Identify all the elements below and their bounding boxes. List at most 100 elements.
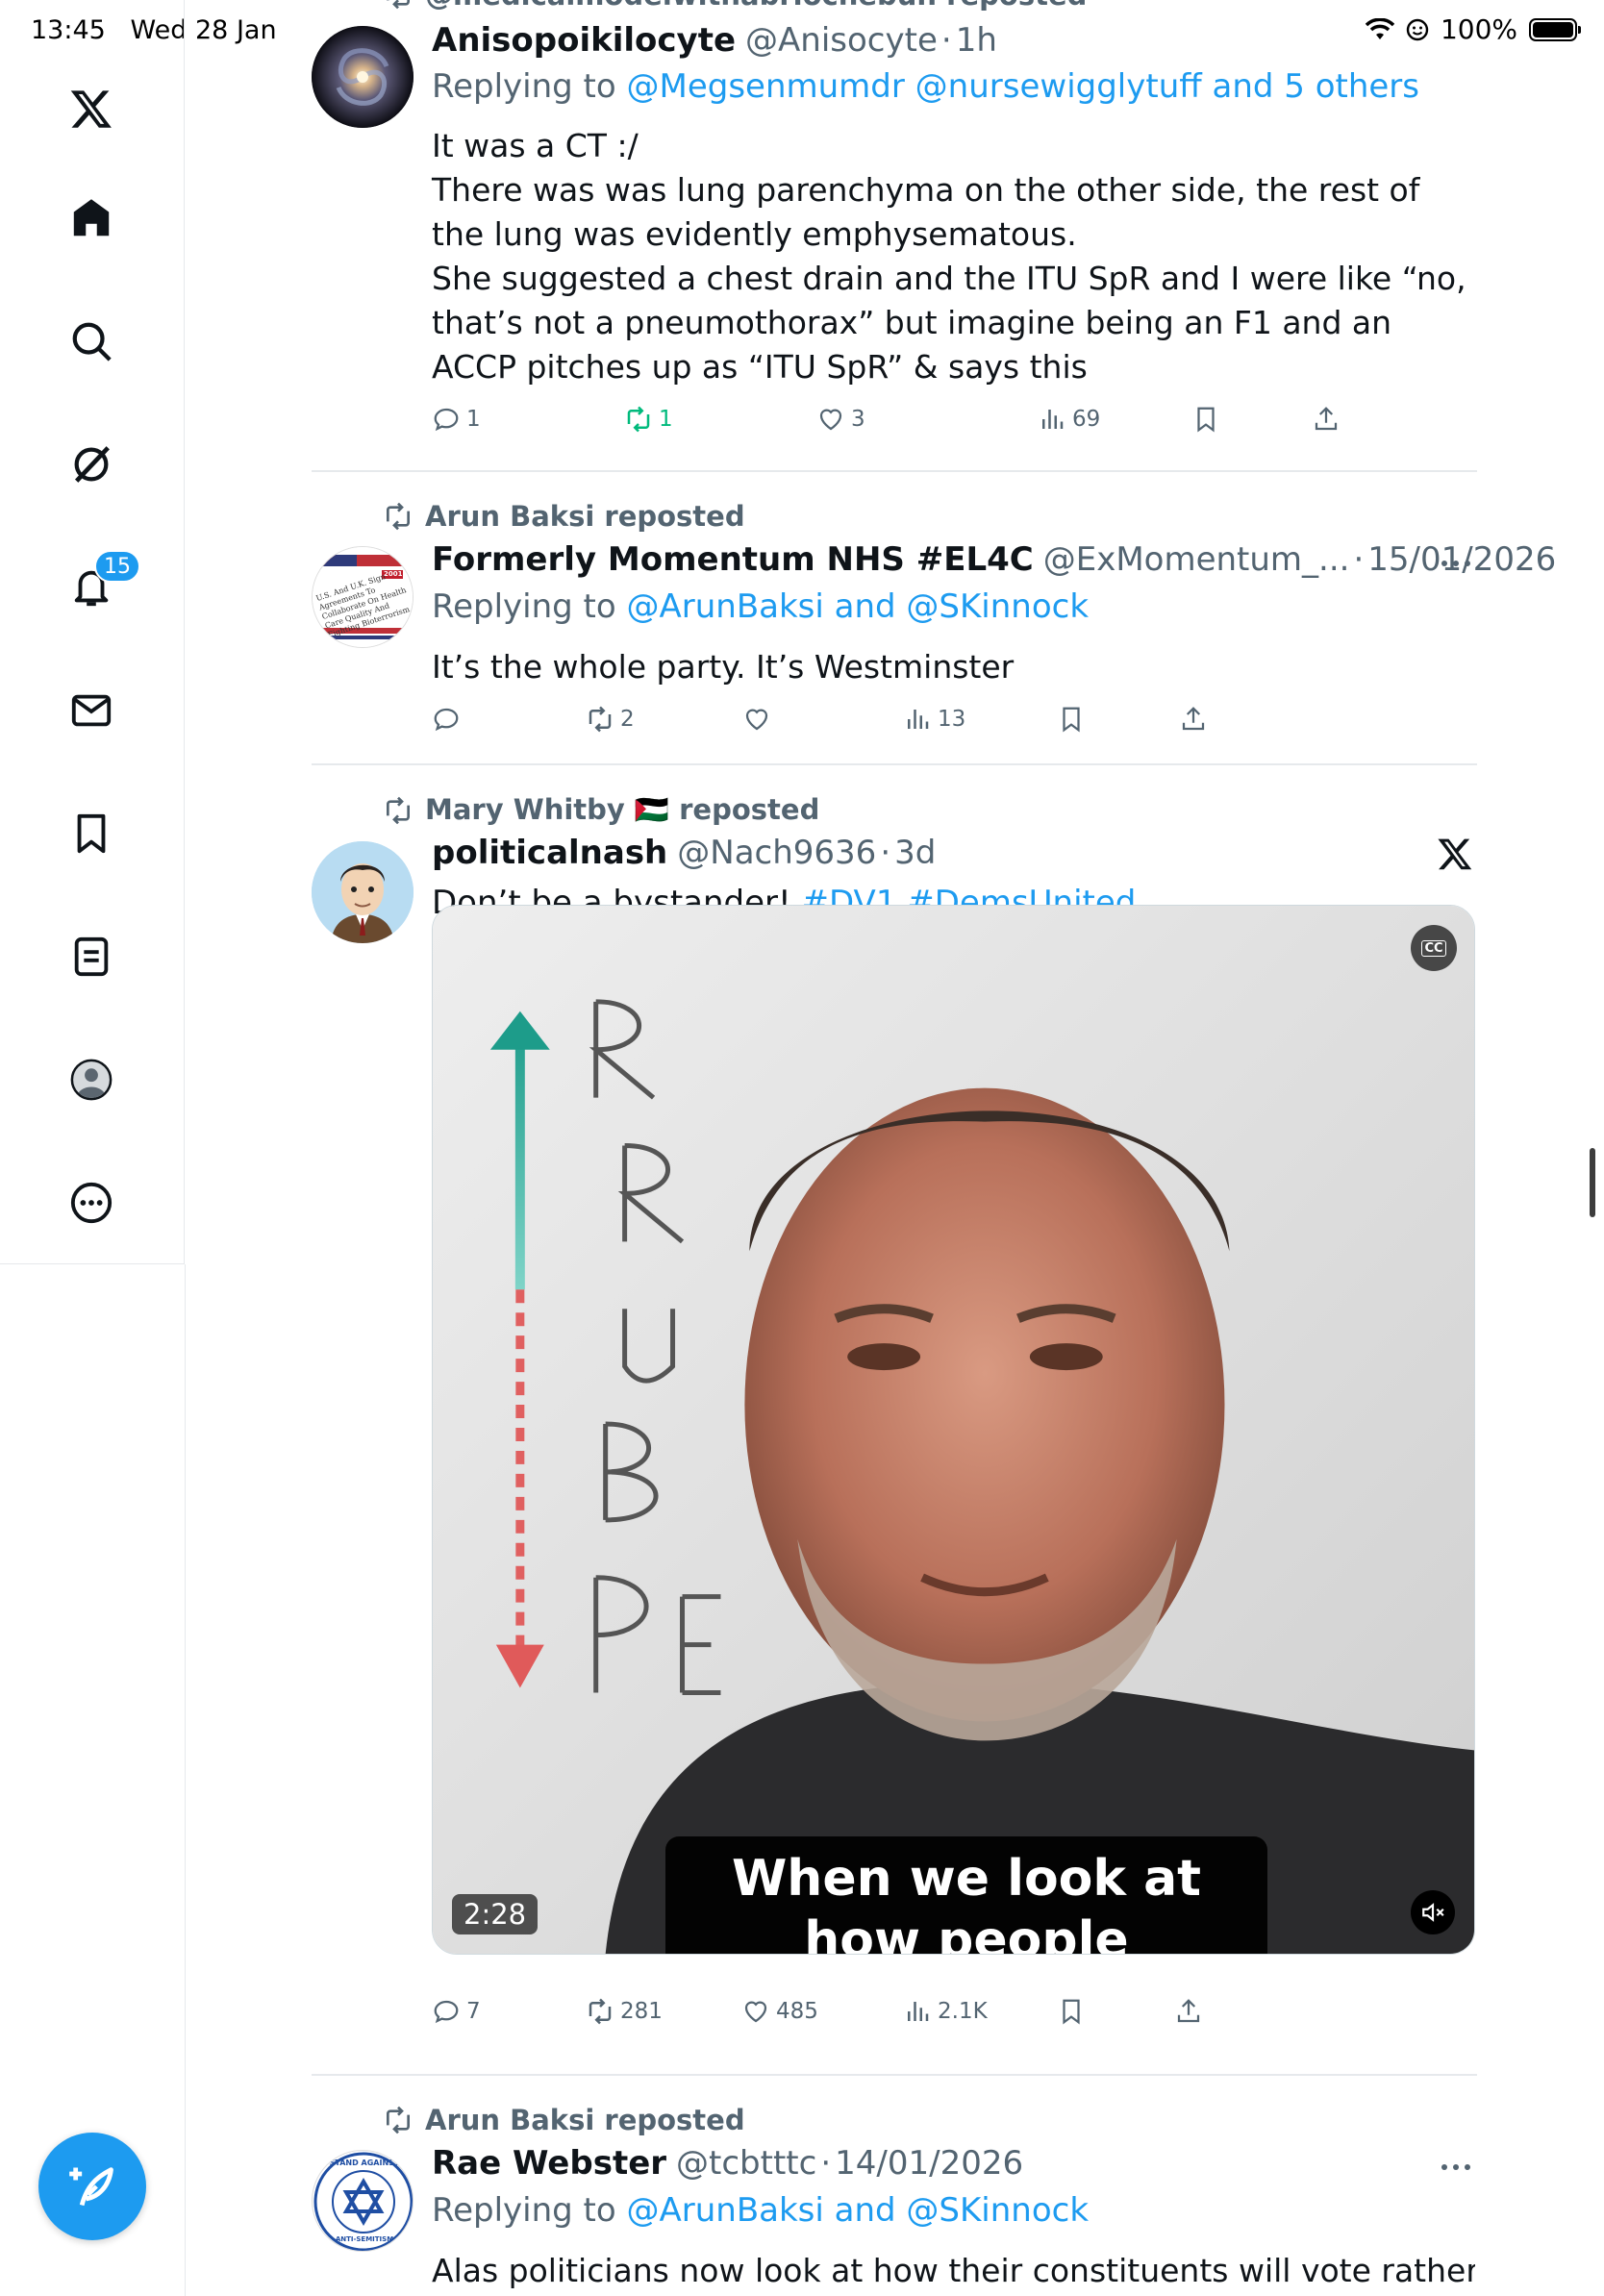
more-icon[interactable] xyxy=(62,1173,121,1233)
repost-icon xyxy=(387,796,410,824)
timestamp[interactable]: 14/01/2026 xyxy=(835,2144,1023,2183)
search-icon[interactable] xyxy=(62,312,121,371)
repost-count: 2 xyxy=(620,707,635,732)
user-handle[interactable]: @Anisocyte xyxy=(745,21,938,60)
reply-count: 7 xyxy=(466,1999,481,2024)
more-options-icon[interactable] xyxy=(1437,554,1475,573)
replying-to-users[interactable]: @ArunBaksi and @SKinnock xyxy=(627,587,1090,626)
video-player[interactable]: CC When we look at how people responded … xyxy=(432,905,1475,1955)
bookmark-button[interactable] xyxy=(1191,405,1220,434)
timestamp[interactable]: 3d xyxy=(894,834,936,872)
avatar-text-top: STAND AGAINST xyxy=(329,2159,400,2167)
tweet-text: Alas politicians now look at how their c… xyxy=(432,2252,1475,2289)
tweet-formerly-momentum[interactable]: Arun Baksi reposted U.S. And U.K. Sign A… xyxy=(312,471,1556,763)
mute-button[interactable] xyxy=(1411,1890,1455,1934)
reply-button[interactable]: 7 xyxy=(432,1997,481,2026)
bookmark-button[interactable] xyxy=(1057,705,1086,734)
mail-icon[interactable] xyxy=(62,681,121,740)
tweet-text-line: There was was lung parenchyma on the oth… xyxy=(432,171,1420,253)
views-icon xyxy=(908,710,929,729)
repost-icon xyxy=(387,2106,410,2134)
views-button[interactable]: 13 xyxy=(903,705,965,734)
bell-icon[interactable]: 15 xyxy=(62,550,140,617)
reply-button[interactable] xyxy=(432,705,466,734)
tweet-header: Anisopoikilocyte @Anisocyte · 1h xyxy=(432,21,997,60)
replying-to: Replying to @ArunBaksi and @SKinnock xyxy=(432,587,1089,626)
notifications-badge: 15 xyxy=(94,550,140,583)
separator-dot: · xyxy=(940,21,952,60)
tweet-rae-webster[interactable]: Arun Baksi reposted STAND AGAINST ANTI-S… xyxy=(312,2075,1475,2296)
display-name[interactable]: Rae Webster xyxy=(432,2144,666,2183)
like-count: 3 xyxy=(851,407,865,432)
compose-post-button[interactable] xyxy=(38,2133,146,2240)
reply-count: 1 xyxy=(466,407,481,432)
user-handle[interactable]: @ExMomentum_... xyxy=(1043,540,1350,579)
repost-label[interactable]: @medicalmodelwithabriochebun reposted xyxy=(425,0,1087,12)
avatar[interactable]: U.S. And U.K. Sign Agreements To Collabo… xyxy=(312,546,414,648)
like-button[interactable]: 3 xyxy=(816,405,865,434)
feather-plus-icon xyxy=(69,2167,113,2207)
home-icon[interactable] xyxy=(62,188,121,248)
like-count: 485 xyxy=(776,1999,818,2024)
display-name[interactable]: Anisopoikilocyte xyxy=(432,21,736,60)
like-button[interactable] xyxy=(742,705,777,734)
replying-to-users[interactable]: @Megsenmumdr @nursewigglytuff and 5 othe… xyxy=(627,67,1419,106)
repost-label[interactable]: Arun Baksi reposted xyxy=(425,500,745,533)
tweet-politicalnash[interactable]: Mary Whitby 🇵🇸 reposted politicalnash @N… xyxy=(312,764,1475,2074)
avatar[interactable] xyxy=(312,841,414,943)
avatar-text-bottom: ANTI-SEMITISM xyxy=(335,2235,394,2243)
share-button[interactable] xyxy=(1312,405,1341,434)
display-name[interactable]: politicalnash xyxy=(432,834,667,872)
profile-icon[interactable] xyxy=(62,1050,121,1110)
repost-icon xyxy=(627,406,650,433)
repost-icon xyxy=(589,1998,612,2025)
repost-button[interactable]: 1 xyxy=(624,405,673,434)
share-button[interactable] xyxy=(1174,1997,1203,2026)
replying-to-users[interactable]: @ArunBaksi and @SKinnock xyxy=(627,2191,1090,2230)
bookmark-button[interactable] xyxy=(1057,1997,1086,2026)
repost-icon xyxy=(589,706,612,733)
share-button[interactable] xyxy=(1179,705,1208,734)
captions-button[interactable]: CC xyxy=(1411,925,1457,971)
repost-label[interactable]: Arun Baksi reposted xyxy=(425,2104,745,2136)
x-logo-icon[interactable] xyxy=(62,79,121,138)
repost-icon xyxy=(387,0,410,10)
video-duration: 2:28 xyxy=(452,1894,539,1934)
reply-button[interactable]: 1 xyxy=(432,405,481,434)
tweet-text: It’s the whole party. It’s Westminster xyxy=(432,648,1015,686)
avatar[interactable] xyxy=(312,26,414,128)
views-button[interactable]: 69 xyxy=(1038,405,1100,434)
share-icon xyxy=(1177,1999,1200,2023)
like-button[interactable]: 485 xyxy=(741,1997,818,2026)
repost-line: Mary Whitby 🇵🇸 reposted xyxy=(383,793,819,827)
share-icon xyxy=(1315,407,1338,431)
repost-line: @medicalmodelwithabriochebun reposted xyxy=(383,0,1087,12)
separator-dot: · xyxy=(820,2144,832,2183)
more-options-icon[interactable] xyxy=(1437,2158,1475,2177)
bookmark-icon[interactable] xyxy=(62,804,121,863)
repost-button[interactable]: 281 xyxy=(586,1997,663,2026)
repost-button[interactable]: 2 xyxy=(586,705,635,734)
lists-icon[interactable] xyxy=(62,927,121,986)
bookmark-icon xyxy=(1063,1999,1080,2025)
scroll-indicator[interactable] xyxy=(1590,1148,1595,1217)
grok-icon[interactable] xyxy=(62,435,121,494)
views-button[interactable]: 2.1K xyxy=(903,1997,988,2026)
avatar[interactable]: STAND AGAINST ANTI-SEMITISM xyxy=(312,2150,414,2252)
tweet-actions: 7 281 485 2.1K xyxy=(432,1997,1475,2035)
user-handle[interactable]: @tcbtttc xyxy=(676,2144,816,2183)
display-name[interactable]: Formerly Momentum NHS #EL4C xyxy=(432,540,1034,579)
repost-label[interactable]: Mary Whitby 🇵🇸 reposted xyxy=(425,793,819,827)
timestamp[interactable]: 1h xyxy=(956,21,997,60)
x-logo-icon[interactable] xyxy=(1437,836,1473,872)
replying-prefix: Replying to xyxy=(432,587,616,626)
tweet-header: Rae Webster @tcbtttc · 14/01/2026 xyxy=(432,2144,1023,2183)
tweet-text: It was a CT :/ There was was lung parenc… xyxy=(432,124,1475,389)
reply-icon xyxy=(434,2000,459,2024)
user-handle[interactable]: @Nach9636 xyxy=(677,834,876,872)
tweet-anisopoikilocyte[interactable]: @medicalmodelwithabriochebun reposted An… xyxy=(312,0,1475,452)
tweet-header: politicalnash @Nach9636 · 3d xyxy=(432,834,936,872)
sidebar-divider xyxy=(0,1263,185,1264)
views-count: 2.1K xyxy=(938,1999,988,2024)
heart-icon xyxy=(744,2001,767,2023)
